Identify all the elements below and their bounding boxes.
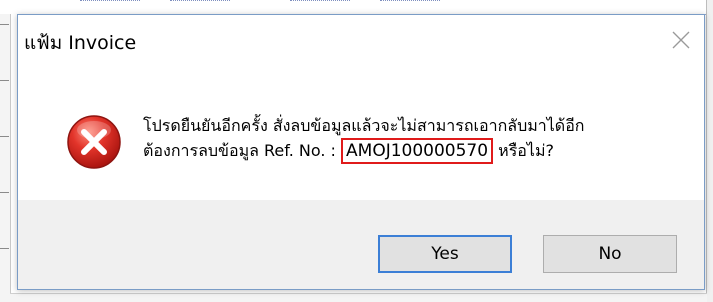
background-toolbar-strip [20,0,710,15]
dialog-message: โปรดยืนยันอีกครั้ง สั่งลบข้อมูลแล้วจะไม่… [143,113,684,164]
ref-no-highlight: AMOJ100000570 [341,138,494,164]
no-button[interactable]: No [543,235,677,273]
message-suffix: หรือไม่? [493,141,554,160]
confirm-delete-dialog: แฟ้ม Invoice โปรดยืนยันอีกครั้ง สั่งลบข้… [17,14,705,290]
background-right-scroll-edge [706,0,713,302]
dialog-content: โปรดยืนยันอีกครั้ง สั่งลบข้อมูลแล้วจะไม่… [18,69,704,201]
close-icon [672,31,690,49]
dialog-titlebar: แฟ้ม Invoice [18,15,704,69]
message-line-1: โปรดยืนยันอีกครั้ง สั่งลบข้อมูลแล้วจะไม่… [143,116,585,135]
message-prefix: ต้องการลบข้อมูล Ref. No. : [143,141,342,160]
close-button[interactable] [664,23,698,57]
message-line-2: ต้องการลบข้อมูล Ref. No. : AMOJ100000570… [143,138,684,164]
error-icon [65,113,123,171]
background-left-strip [0,14,11,302]
dialog-button-bar: Yes No [18,200,704,289]
yes-button[interactable]: Yes [378,235,512,273]
background-bottom-strip [10,293,707,302]
dialog-title: แฟ้ม Invoice [24,32,137,54]
